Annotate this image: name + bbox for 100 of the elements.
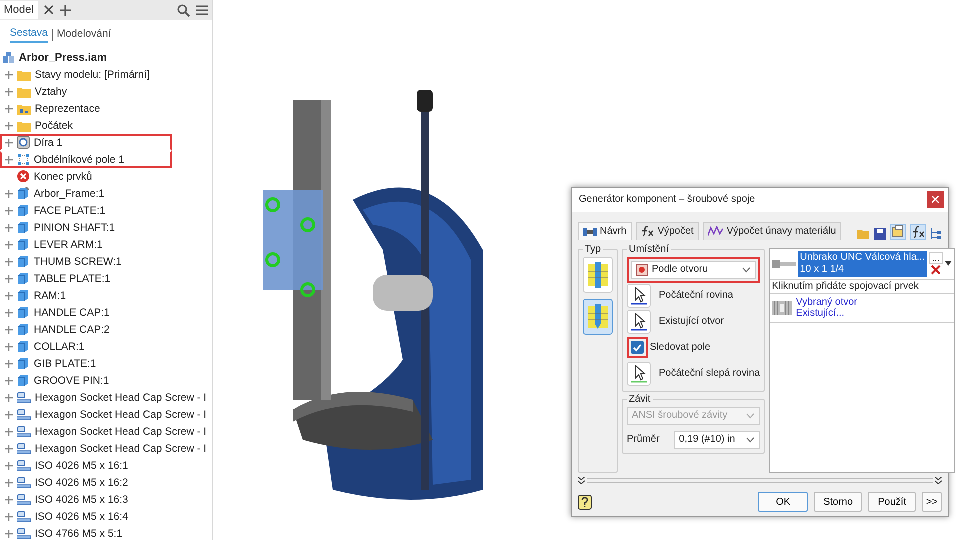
follow-pattern-checkbox[interactable]: Sledovat pole: [627, 337, 711, 358]
expand-icon[interactable]: [5, 138, 13, 146]
through-hole-button[interactable]: [583, 256, 613, 293]
expand-icon[interactable]: [5, 70, 13, 78]
expand-icon[interactable]: [5, 530, 13, 538]
formula-icon[interactable]: [910, 224, 926, 240]
expand-icon[interactable]: [5, 156, 13, 164]
tree-row[interactable]: Hexagon Socket Head Cap Screw - I: [0, 406, 209, 423]
tree-item-label: RAM:1: [34, 290, 66, 302]
collapse-icon[interactable]: [935, 477, 942, 484]
expand-icon[interactable]: [5, 376, 13, 384]
dialog-tab[interactable]: Návrh: [578, 222, 632, 240]
tree-item-label: Vztahy: [35, 86, 68, 98]
view-tab[interactable]: Sestava: [10, 27, 48, 43]
expand-icon[interactable]: [5, 274, 13, 282]
cursor-icon: [631, 312, 647, 331]
assembly-name[interactable]: Arbor_Press.iam: [19, 52, 108, 64]
expand-icon[interactable]: [5, 292, 13, 300]
tree-row[interactable]: RAM:1: [0, 287, 172, 304]
select-button[interactable]: [627, 284, 651, 308]
expand-icon[interactable]: [5, 224, 13, 232]
delete-icon[interactable]: [930, 265, 941, 276]
tree-row[interactable]: COLLAR:1: [0, 338, 172, 355]
expand-button[interactable]: >>: [922, 492, 942, 512]
tree-item-label: PINION SHAFT:1: [34, 222, 116, 234]
existing-link[interactable]: Existující...: [796, 308, 858, 319]
expand-icon[interactable]: [5, 462, 13, 470]
search-icon[interactable]: [177, 4, 190, 16]
expand-icon[interactable]: [5, 308, 13, 316]
select-button[interactable]: [627, 362, 651, 386]
dialog-button[interactable]: Storno: [814, 492, 862, 512]
group-label: Typ: [584, 244, 602, 255]
model-tab[interactable]: Model: [0, 1, 38, 19]
dropdown-arrow-icon[interactable]: [944, 261, 952, 266]
expand-icon[interactable]: [5, 496, 13, 504]
expand-icon[interactable]: [5, 258, 13, 266]
expand-icon[interactable]: [5, 410, 13, 418]
tree-row[interactable]: HANDLE CAP:2: [0, 321, 172, 338]
save-icon[interactable]: [874, 228, 886, 240]
fastener-item[interactable]: Unbrako UNC Válcová hla... 10 x 1 1/4: [798, 250, 928, 277]
tree-row[interactable]: Obdélníkové pole 1: [0, 151, 172, 168]
close-button[interactable]: [927, 191, 944, 208]
dialog-button[interactable]: OK: [758, 492, 808, 512]
tree-row[interactable]: Díra 1: [0, 134, 172, 151]
tree-row[interactable]: Hexagon Socket Head Cap Screw - I: [0, 389, 209, 406]
expand-icon[interactable]: [5, 360, 13, 368]
tree-row[interactable]: THUMB SCREW:1: [0, 253, 172, 270]
tree-row[interactable]: Arbor_Frame:1: [0, 185, 172, 202]
select-button[interactable]: [627, 310, 651, 334]
tree-row[interactable]: ISO 4026 M5 x 16:4: [0, 508, 172, 525]
view-tab[interactable]: Modelování: [56, 28, 112, 42]
expand-icon[interactable]: [5, 444, 13, 452]
collapse-icon[interactable]: [578, 477, 585, 484]
expand-icon[interactable]: [5, 240, 13, 248]
tree-row[interactable]: Stavy modelu: [Primární]: [0, 66, 172, 83]
tree-row[interactable]: Konec prvků: [0, 168, 172, 185]
expand-icon[interactable]: [5, 104, 13, 112]
tree-row[interactable]: FACE PLATE:1: [0, 202, 172, 219]
expand-icon[interactable]: [5, 190, 13, 198]
template-icon[interactable]: [890, 224, 906, 240]
tree-row[interactable]: Reprezentace: [0, 100, 172, 117]
blind-hole-button[interactable]: [583, 298, 613, 335]
close-icon[interactable]: [44, 5, 54, 15]
dialog-tab[interactable]: Výpočet: [636, 222, 699, 240]
placement-dropdown[interactable]: Podle otvoru: [631, 260, 756, 279]
expand-icon[interactable]: [5, 122, 13, 130]
tree-row[interactable]: Počátek: [0, 117, 172, 134]
diameter-dropdown[interactable]: 0,19 (#10) in: [674, 430, 760, 449]
tree-row[interactable]: GROOVE PIN:1: [0, 372, 172, 389]
expand-icon[interactable]: [5, 512, 13, 520]
menu-icon[interactable]: [196, 4, 208, 16]
tree-row[interactable]: LEVER ARM:1: [0, 236, 172, 253]
tree-row[interactable]: Hexagon Socket Head Cap Screw - I: [0, 440, 209, 457]
expand-icon[interactable]: [5, 342, 13, 350]
tree-row[interactable]: TABLE PLATE:1: [0, 270, 172, 287]
selected-hole-link[interactable]: Vybraný otvor: [796, 296, 858, 308]
more-button[interactable]: ...: [929, 252, 943, 264]
tree-view-icon[interactable]: [930, 226, 942, 240]
help-icon[interactable]: [578, 494, 592, 510]
expand-icon[interactable]: [5, 326, 13, 334]
expand-icon[interactable]: [5, 88, 13, 96]
tree-row[interactable]: Vztahy: [0, 83, 172, 100]
expand-icon[interactable]: [5, 394, 13, 402]
tree-item-label: Počátek: [35, 120, 73, 132]
tree-row[interactable]: ISO 4026 M5 x 16:1: [0, 457, 172, 474]
dialog-tab[interactable]: Výpočet únavy materiálu: [702, 222, 842, 240]
tree-row[interactable]: Hexagon Socket Head Cap Screw - I: [0, 423, 209, 440]
expand-icon[interactable]: [5, 206, 13, 214]
tree-row[interactable]: ISO 4026 M5 x 16:3: [0, 491, 172, 508]
tree-item-label: HANDLE CAP:1: [34, 306, 110, 318]
dialog-button[interactable]: Použít: [868, 492, 916, 512]
tree-row[interactable]: ISO 4026 M5 x 16:2: [0, 474, 172, 491]
tree-row[interactable]: HANDLE CAP:1: [0, 304, 172, 321]
tree-item-label: GROOVE PIN:1: [34, 374, 110, 386]
add-tab-icon[interactable]: [60, 4, 71, 16]
tree-row[interactable]: ISO 4766 M5 x 5:1: [0, 525, 172, 540]
tree-row[interactable]: PINION SHAFT:1: [0, 219, 172, 236]
expand-icon[interactable]: [5, 478, 13, 486]
expand-icon[interactable]: [5, 428, 13, 436]
tree-row[interactable]: GIB PLATE:1: [0, 355, 172, 372]
